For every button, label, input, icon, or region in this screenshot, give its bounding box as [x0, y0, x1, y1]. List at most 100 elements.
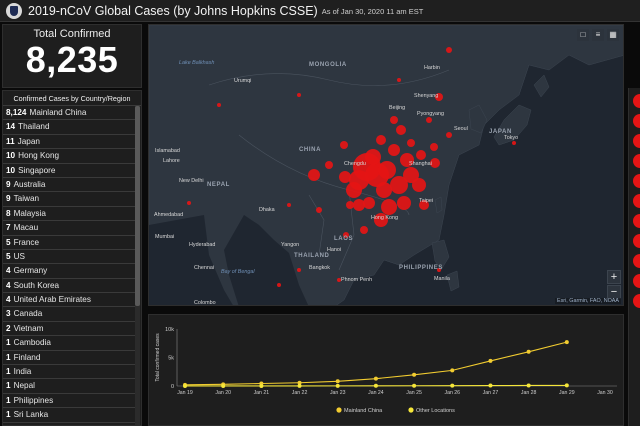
zoom-in-button[interactable]: +	[607, 270, 621, 284]
country-row[interactable]: 4 United Arab Emirates	[3, 293, 136, 308]
country-row[interactable]: 1 India	[3, 365, 136, 380]
case-marker[interactable]	[340, 141, 348, 149]
country-count: 9	[6, 179, 11, 189]
data-point[interactable]	[488, 383, 493, 388]
case-marker[interactable]	[376, 182, 392, 198]
case-marker[interactable]	[446, 47, 452, 53]
case-marker[interactable]	[325, 161, 333, 169]
country-row[interactable]: 10 Hong Kong	[3, 149, 136, 164]
data-point[interactable]	[335, 383, 340, 388]
data-point[interactable]	[412, 372, 417, 377]
data-point[interactable]	[450, 368, 455, 373]
cases-line-chart[interactable]: Total confirmed cases 0 5k 10k Jan 19 Jan 20 J…	[149, 315, 624, 426]
country-row[interactable]: 1 Finland	[3, 351, 136, 366]
country-count: 4	[6, 266, 11, 276]
x-tick-label: Jan 21	[254, 390, 270, 396]
country-row[interactable]: 9 Taiwan	[3, 192, 136, 207]
case-marker[interactable]	[430, 143, 438, 151]
case-marker[interactable]	[397, 196, 411, 210]
country-count: 10	[6, 151, 16, 161]
data-point[interactable]	[373, 376, 378, 381]
case-marker[interactable]	[346, 182, 362, 198]
case-marker[interactable]	[446, 132, 452, 138]
country-row[interactable]: 8,124 Mainland China	[3, 106, 136, 121]
country-list-scrollbar[interactable]	[135, 106, 140, 425]
case-marker[interactable]	[339, 171, 351, 183]
country-row[interactable]: 4 South Korea	[3, 279, 136, 294]
data-point[interactable]	[412, 383, 417, 388]
case-marker[interactable]	[360, 226, 368, 234]
country-row[interactable]: 7 Macau	[3, 221, 136, 236]
y-tick-label: 0	[171, 384, 174, 390]
zoom-out-button[interactable]: −	[607, 285, 621, 299]
country-row[interactable]: 1 Cambodia	[3, 336, 136, 351]
data-point[interactable]	[335, 379, 340, 384]
legend-list-icon[interactable]: ≡	[592, 29, 604, 41]
map-canvas[interactable]	[149, 25, 624, 306]
country-row[interactable]: 3 Canada	[3, 307, 136, 322]
case-marker[interactable]	[297, 268, 301, 272]
case-marker[interactable]	[412, 178, 426, 192]
country-row[interactable]: 8 Malaysia	[3, 207, 136, 222]
country-row[interactable]: 1 Philippines	[3, 394, 136, 409]
country-row[interactable]: 4 Germany	[3, 264, 136, 279]
case-marker[interactable]	[316, 207, 322, 213]
case-marker[interactable]	[365, 149, 381, 165]
scrollbar-thumb[interactable]	[135, 106, 140, 306]
legend-swatch-icon	[408, 407, 414, 413]
data-point[interactable]	[183, 383, 187, 388]
map-panel[interactable]: Lake Balkhash Urumqi MONGOLIA Harbin Shenyan…	[148, 24, 624, 306]
country-row[interactable]: 1 Nepal	[3, 379, 136, 394]
country-count: 5	[6, 237, 11, 247]
data-point[interactable]	[450, 383, 455, 388]
case-marker[interactable]	[397, 78, 401, 82]
country-row[interactable]: 5 US	[3, 250, 136, 265]
case-marker[interactable]	[277, 283, 281, 287]
country-row[interactable]: 10 Singapore	[3, 164, 136, 178]
case-marker[interactable]	[308, 169, 320, 181]
data-point[interactable]	[259, 383, 264, 388]
data-point[interactable]	[373, 383, 378, 388]
case-marker[interactable]	[187, 201, 191, 205]
bookmark-icon[interactable]: □	[577, 29, 589, 41]
data-point[interactable]	[488, 358, 493, 363]
country-row[interactable]: 2 Vietnam	[3, 322, 136, 337]
map-label-city: Tokyo	[504, 135, 519, 141]
country-row[interactable]: 14 Thailand	[3, 120, 136, 135]
total-confirmed-panel: Total Confirmed 8,235	[2, 24, 142, 88]
country-row[interactable]: 9 Australia	[3, 178, 136, 193]
case-marker[interactable]	[426, 117, 432, 123]
case-marker[interactable]	[363, 197, 375, 209]
case-marker[interactable]	[346, 201, 354, 209]
map-label-city: Pyongyang	[417, 111, 444, 117]
map-attribution[interactable]: Esri, Garmin, FAO, NOAA	[554, 298, 621, 304]
case-marker[interactable]	[390, 116, 398, 124]
case-marker[interactable]	[407, 139, 415, 147]
country-row[interactable]: 11 Japan	[3, 135, 136, 150]
case-marker[interactable]	[416, 150, 426, 160]
country-list: 8,124 Mainland China 14 Thailand 11 Japan 10 Ho…	[3, 106, 136, 423]
case-marker[interactable]	[287, 203, 291, 207]
red-case-marker-icon	[633, 194, 640, 208]
country-row[interactable]: 1 Sri Lanka	[3, 408, 136, 423]
case-marker[interactable]	[396, 125, 406, 135]
basemap-grid-icon[interactable]: ▦	[607, 29, 619, 41]
data-point[interactable]	[564, 383, 569, 388]
case-marker[interactable]	[297, 93, 301, 97]
case-marker[interactable]	[376, 135, 386, 145]
country-count: 5	[6, 251, 11, 261]
case-marker[interactable]	[378, 161, 396, 179]
case-marker[interactable]	[388, 144, 400, 156]
data-point[interactable]	[526, 349, 531, 354]
case-marker[interactable]	[381, 199, 397, 215]
case-marker[interactable]	[217, 103, 221, 107]
case-marker[interactable]	[353, 199, 365, 211]
country-name: India	[13, 367, 32, 377]
data-point[interactable]	[526, 383, 531, 388]
country-name: Sri Lanka	[13, 410, 49, 420]
country-row[interactable]: 5 France	[3, 236, 136, 250]
data-point[interactable]	[221, 383, 226, 388]
case-marker[interactable]	[512, 141, 516, 145]
data-point[interactable]	[564, 340, 569, 345]
data-point[interactable]	[297, 383, 302, 388]
